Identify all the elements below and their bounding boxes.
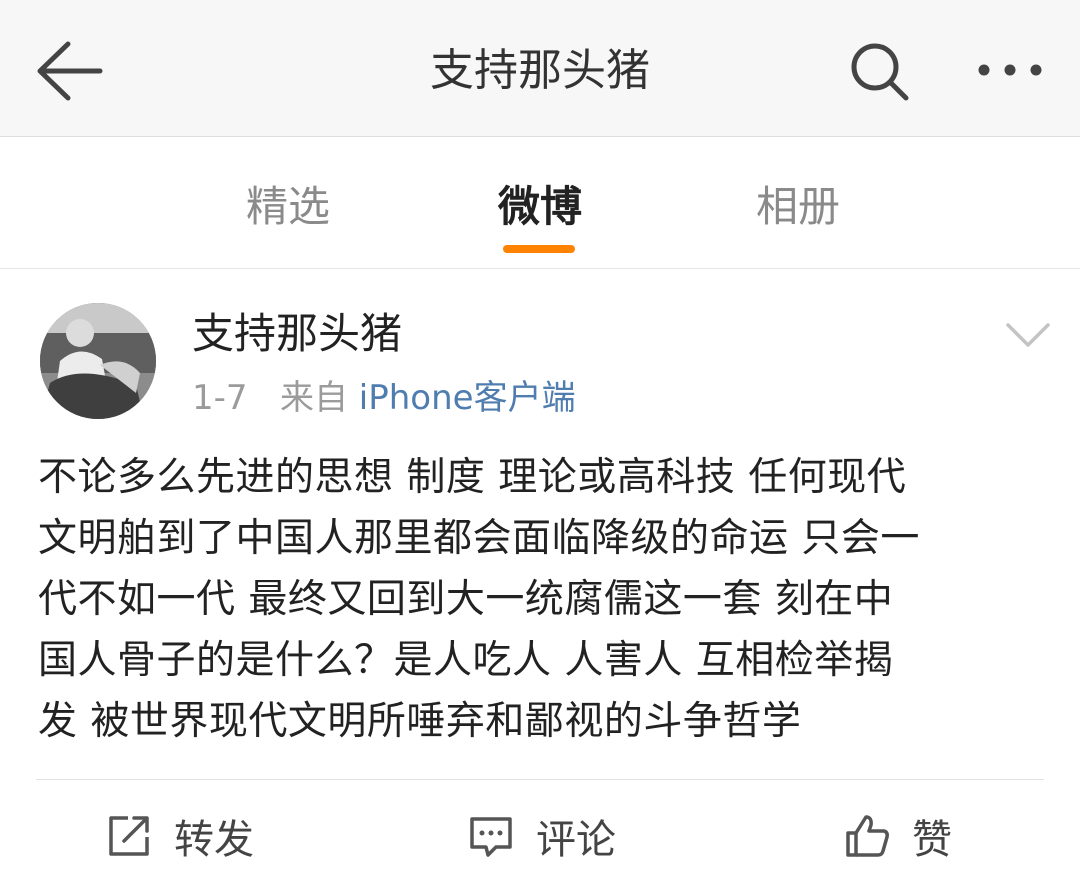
thumbs-up-icon (846, 815, 889, 857)
tab-album[interactable]: 相册 (728, 177, 868, 237)
repost-label: 转发 (174, 817, 254, 863)
comment-label: 评论 (536, 817, 616, 863)
active-tab-indicator (503, 245, 575, 253)
post-content-line: 不论多么先进的思想 制度 理论或高科技 任何现代 (38, 455, 907, 500)
post-content-line: 文明舶到了中国人那里都会面临降级的命运 只会一 (38, 516, 920, 561)
avatar[interactable] (40, 303, 156, 419)
post-source-link[interactable]: iPhone客户端 (359, 378, 576, 418)
post-username[interactable]: 支持那头猪 (192, 305, 402, 363)
tab-featured[interactable]: 精选 (218, 177, 358, 237)
like-label: 赞 (912, 817, 952, 863)
post-content-line: 国人骨子的是什么？是人吃人 人害人 互相检举揭 (38, 638, 894, 683)
post-from-label: 来自 (279, 378, 348, 418)
weibo-post: 支持那头猪 1-7 来自 iPhone客户端 不论多么先进的思想 制度 理论或高… (0, 269, 1080, 888)
post-content: 不论多么先进的思想 制度 理论或高科技 任何现代 文明舶到了中国人那里都会面临降… (38, 447, 1048, 752)
repost-button[interactable]: 转发 (106, 801, 254, 871)
post-content-line: 代不如一代 最终又回到大一统腐儒这一套 刻在中 (38, 577, 894, 622)
like-button[interactable]: 赞 (844, 801, 952, 871)
comment-icon (470, 817, 512, 857)
top-bar: 支持那头猪 (0, 0, 1080, 137)
tab-bar: 精选 微博 相册 (0, 137, 1080, 269)
post-meta: 1-7 来自 iPhone客户端 (192, 373, 576, 423)
more-dots-icon[interactable] (974, 52, 1046, 88)
post-date: 1-7 (192, 378, 248, 418)
repost-icon (109, 816, 149, 856)
divider (36, 779, 1044, 780)
post-content-line: 发 被世界现代文明所唾弃和鄙视的斗争哲学 (38, 699, 802, 744)
page-title: 支持那头猪 (430, 45, 650, 96)
comment-button[interactable]: 评论 (468, 801, 616, 871)
tab-weibo[interactable]: 微博 (470, 177, 610, 237)
search-icon[interactable] (848, 40, 912, 104)
chevron-down-icon[interactable] (1004, 321, 1052, 349)
post-action-bar: 转发 评论 赞 (0, 801, 1080, 871)
